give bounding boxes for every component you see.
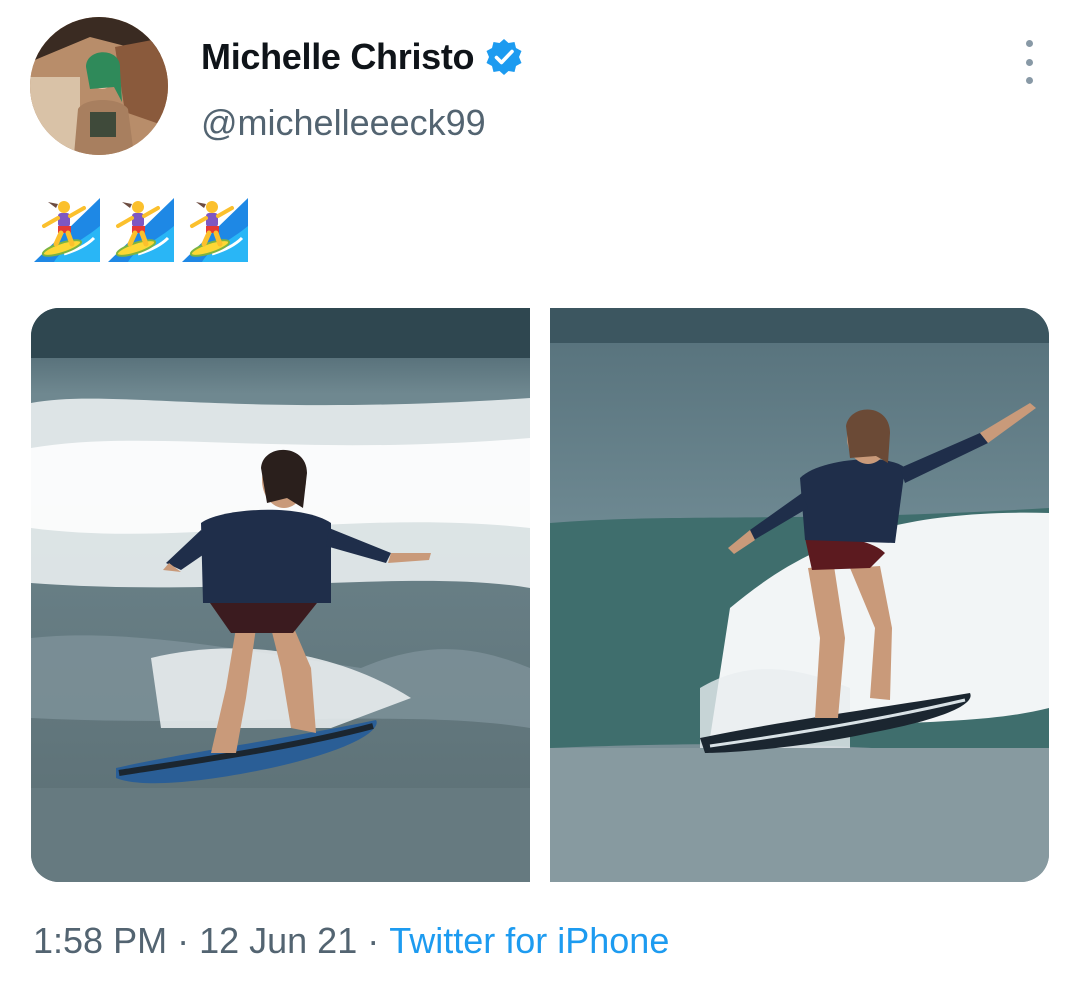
avatar-image — [30, 17, 168, 155]
author-name-row[interactable]: Michelle Christo — [201, 36, 524, 78]
photo-1[interactable] — [31, 308, 530, 882]
woman-surfing-icon — [182, 198, 248, 262]
meta-separator: · — [357, 920, 390, 961]
verified-badge-icon — [484, 37, 524, 77]
author-display-name[interactable]: Michelle Christo — [201, 36, 475, 78]
woman-surfing-icon — [34, 198, 100, 262]
author-handle[interactable]: @michelleeeck99 — [201, 102, 486, 144]
more-options-icon[interactable] — [1014, 40, 1044, 84]
tweet-text — [34, 196, 248, 262]
tweet-date[interactable]: 12 Jun 21 — [199, 920, 357, 962]
photo-2[interactable] — [550, 308, 1049, 882]
tweet-source-link[interactable]: Twitter for iPhone — [389, 920, 669, 962]
woman-surfing-icon — [108, 198, 174, 262]
media-grid — [31, 308, 1049, 882]
tweet-time[interactable]: 1:58 PM — [33, 920, 167, 962]
avatar[interactable] — [30, 17, 168, 155]
tweet-meta: 1:58 PM · 12 Jun 21 · Twitter for iPhone — [33, 920, 669, 962]
meta-separator: · — [167, 920, 200, 961]
